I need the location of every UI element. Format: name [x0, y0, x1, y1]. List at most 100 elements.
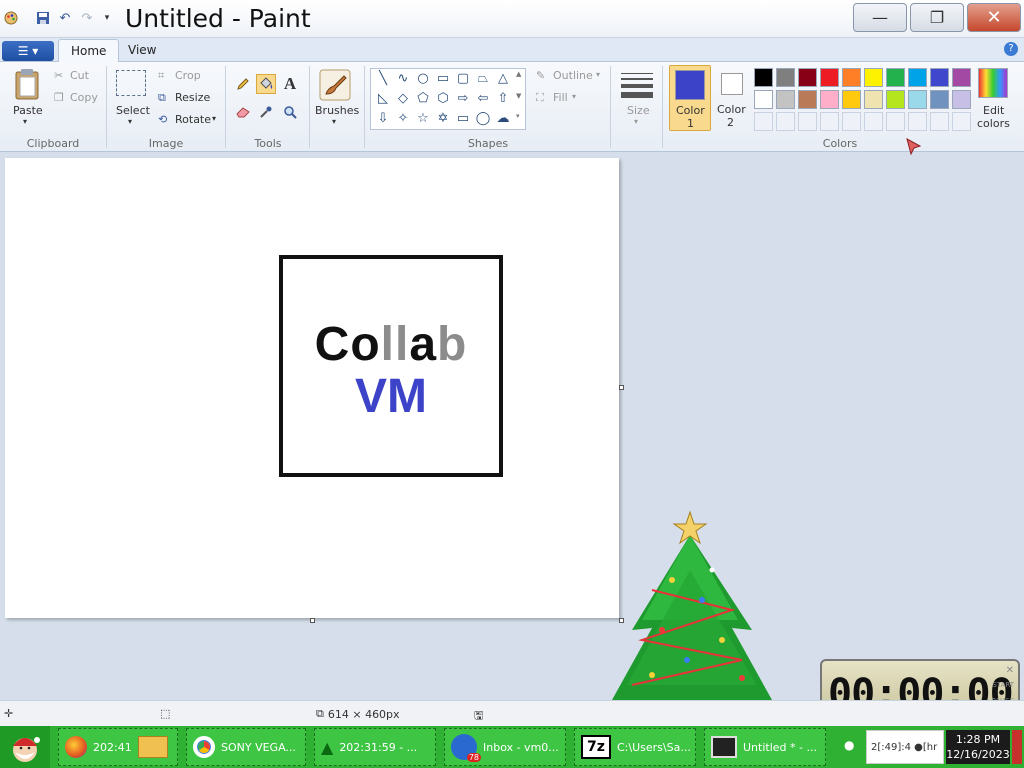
close-button[interactable]: ✕: [967, 3, 1021, 32]
drawing-canvas[interactable]: Collab VM: [5, 158, 619, 618]
cut-button[interactable]: Cut: [70, 69, 89, 82]
save-icon[interactable]: [34, 9, 52, 27]
line-shape-icon[interactable]: ╲: [373, 69, 393, 87]
select-dropdown-icon[interactable]: ▾: [128, 117, 132, 126]
palette-color-swatch[interactable]: [798, 68, 817, 87]
paint-app-icon[interactable]: [2, 9, 20, 27]
palette-custom-slot[interactable]: [820, 112, 839, 131]
up-arrow-shape-icon[interactable]: ⇧: [493, 89, 513, 107]
magnifier-icon[interactable]: [280, 102, 300, 122]
right-triangle-shape-icon[interactable]: ◺: [373, 89, 393, 107]
palette-custom-slot[interactable]: [776, 112, 795, 131]
taskbar-item-sony-vegas[interactable]: SONY VEGA...: [186, 728, 306, 766]
resize-handle-bottom[interactable]: [310, 618, 315, 623]
palette-custom-slot[interactable]: [886, 112, 905, 131]
canvas-workarea[interactable]: Collab VM: [0, 152, 1024, 700]
cloud-callout-shape-icon[interactable]: ☁: [493, 109, 513, 127]
palette-color-swatch[interactable]: [754, 68, 773, 87]
size-dropdown-icon[interactable]: ▾: [634, 117, 638, 126]
help-icon[interactable]: ?: [1004, 42, 1018, 56]
tab-home[interactable]: Home: [58, 39, 120, 62]
curve-shape-icon[interactable]: ∿: [393, 69, 413, 87]
stopwatch-close-icon[interactable]: ✕: [1006, 665, 1014, 676]
edit-colors-label-1[interactable]: Edit: [983, 104, 1004, 117]
taskbar-item-inbox[interactable]: 78 Inbox - vm0...: [444, 728, 566, 766]
taskbar-clock[interactable]: 1:28 PM 12/16/2023: [946, 730, 1010, 764]
customize-quick-access-icon[interactable]: ▾: [98, 9, 116, 27]
outline-dropdown-icon[interactable]: ▾: [596, 70, 600, 79]
shapes-scroll-up-icon[interactable]: ▲: [516, 70, 521, 78]
palette-custom-slot[interactable]: [930, 112, 949, 131]
crop-button[interactable]: Crop: [175, 69, 201, 82]
right-arrow-shape-icon[interactable]: ⇨: [453, 89, 473, 107]
rectangle-shape-icon[interactable]: ▭: [433, 69, 453, 87]
palette-custom-slot[interactable]: [952, 112, 971, 131]
undo-icon[interactable]: ↶: [56, 9, 74, 27]
left-arrow-shape-icon[interactable]: ⇦: [473, 89, 493, 107]
show-desktop-button[interactable]: [1012, 730, 1022, 764]
rounded-rectangle-shape-icon[interactable]: ▢: [453, 69, 473, 87]
palette-color-swatch[interactable]: [886, 68, 905, 87]
palette-color-swatch[interactable]: [798, 90, 817, 109]
palette-color-swatch[interactable]: [754, 90, 773, 109]
shapes-more-icon[interactable]: ▾: [516, 112, 520, 120]
tab-view[interactable]: View: [116, 39, 168, 62]
four-point-star-shape-icon[interactable]: ✧: [393, 109, 413, 127]
palette-color-swatch[interactable]: [886, 90, 905, 109]
triangle-shape-icon[interactable]: △: [493, 69, 513, 87]
outline-button[interactable]: Outline: [553, 69, 593, 82]
palette-custom-slot[interactable]: [908, 112, 927, 131]
paste-icon[interactable]: [12, 68, 42, 100]
maximize-button[interactable]: ❐: [910, 3, 964, 32]
palette-custom-slot[interactable]: [754, 112, 773, 131]
hexagon-shape-icon[interactable]: ⬡: [433, 89, 453, 107]
oval-shape-icon[interactable]: ○: [413, 69, 433, 87]
palette-color-swatch[interactable]: [908, 90, 927, 109]
rotate-dropdown-icon[interactable]: ▾: [212, 114, 216, 123]
pentagon-shape-icon[interactable]: ⬠: [413, 89, 433, 107]
select-button[interactable]: Select: [116, 104, 150, 117]
text-tool-icon[interactable]: A: [280, 74, 300, 94]
rectangular-callout-shape-icon[interactable]: ▭: [453, 109, 473, 127]
size-icon[interactable]: [620, 70, 654, 100]
palette-custom-slot[interactable]: [864, 112, 883, 131]
taskbar-item-timer[interactable]: ▲ 202:31:59 - ...: [314, 728, 436, 766]
rotate-button[interactable]: Rotate: [175, 113, 211, 126]
palette-color-swatch[interactable]: [820, 90, 839, 109]
palette-color-swatch[interactable]: [842, 90, 861, 109]
palette-color-swatch[interactable]: [776, 90, 795, 109]
brushes-icon[interactable]: [318, 68, 352, 102]
palette-color-swatch[interactable]: [864, 68, 883, 87]
stopwatch-start-button[interactable]: START: [992, 681, 1014, 689]
polygon-shape-icon[interactable]: ⏢: [473, 69, 493, 87]
palette-color-swatch[interactable]: [842, 68, 861, 87]
six-point-star-shape-icon[interactable]: ✡: [433, 109, 453, 127]
color1-button[interactable]: Color 1: [669, 65, 711, 131]
paste-dropdown-icon[interactable]: ▾: [23, 117, 27, 126]
paste-button[interactable]: Paste: [13, 104, 43, 117]
fill-button[interactable]: Fill: [553, 91, 568, 104]
eraser-icon[interactable]: [233, 102, 253, 122]
resize-button[interactable]: Resize: [175, 91, 210, 104]
palette-custom-slot[interactable]: [798, 112, 817, 131]
brushes-button[interactable]: Brushes: [315, 104, 359, 117]
redo-icon[interactable]: ↷: [78, 9, 96, 27]
copy-button[interactable]: Copy: [70, 91, 98, 104]
palette-color-swatch[interactable]: [776, 68, 795, 87]
fill-with-color-icon[interactable]: [256, 74, 276, 94]
select-icon[interactable]: [116, 70, 146, 96]
color2-button[interactable]: Color 2: [714, 65, 750, 131]
edit-colors-label-2[interactable]: colors: [977, 117, 1010, 130]
taskbar-item-firefox[interactable]: 202:41: [58, 728, 178, 766]
color-picker-icon[interactable]: [256, 102, 276, 122]
diamond-shape-icon[interactable]: ◇: [393, 89, 413, 107]
palette-color-swatch[interactable]: [930, 90, 949, 109]
shapes-scroll-down-icon[interactable]: ▼: [516, 92, 521, 100]
resize-handle-right[interactable]: [619, 385, 624, 390]
palette-custom-slot[interactable]: [842, 112, 861, 131]
taskbar-item-7zip[interactable]: 7z C:\Users\Sa...: [574, 728, 696, 766]
pencil-icon[interactable]: [233, 74, 253, 94]
five-point-star-shape-icon[interactable]: ☆: [413, 109, 433, 127]
palette-color-swatch[interactable]: [820, 68, 839, 87]
down-arrow-shape-icon[interactable]: ⇩: [373, 109, 393, 127]
